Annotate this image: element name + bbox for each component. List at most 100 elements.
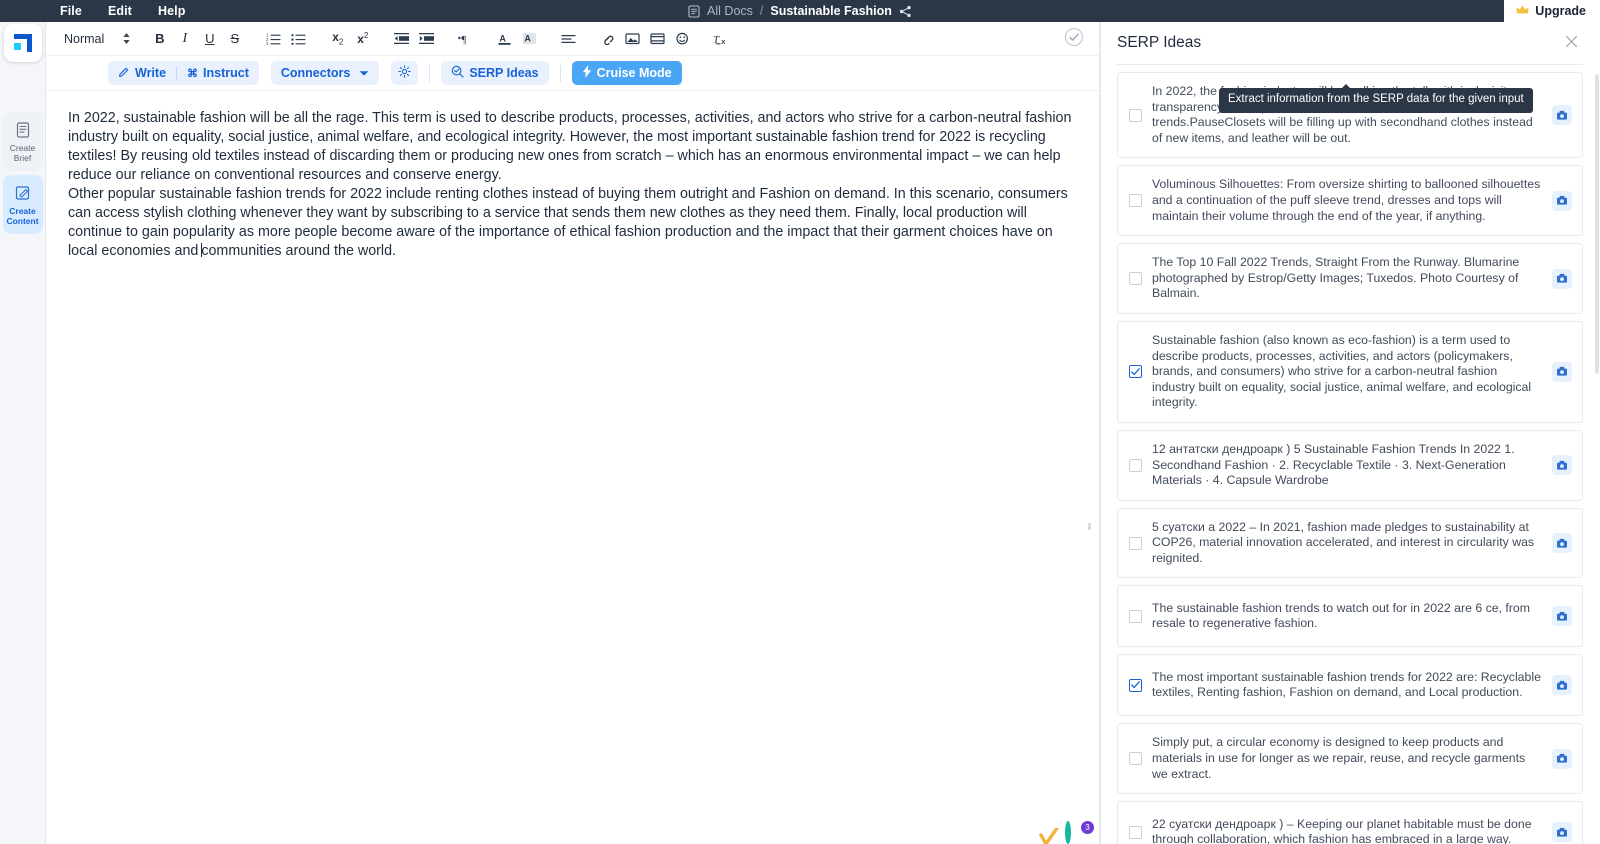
- menu-help[interactable]: Help: [158, 5, 186, 18]
- write-button[interactable]: Write: [108, 61, 176, 85]
- assistant-badge[interactable]: 3: [1065, 821, 1094, 844]
- insert-icon[interactable]: [1552, 748, 1572, 769]
- connectors-dropdown[interactable]: Connectors: [270, 61, 380, 85]
- serp-idea-card[interactable]: Voluminous Silhouettes: From oversize sh…: [1117, 165, 1583, 237]
- sidebar-item-label: Create Brief: [9, 143, 36, 163]
- document-paragraph-1[interactable]: In 2022, sustainable fashion will be all…: [68, 109, 1075, 185]
- underline-button[interactable]: U: [197, 27, 222, 51]
- serp-card-text: Simply put, a circular economy is design…: [1152, 735, 1526, 781]
- insert-icon[interactable]: [1552, 105, 1572, 126]
- serp-card-checkbox[interactable]: [1129, 678, 1142, 692]
- share-icon[interactable]: [899, 5, 912, 18]
- menu-edit[interactable]: Edit: [108, 5, 132, 18]
- serp-card-checkbox[interactable]: [1129, 365, 1142, 379]
- serp-idea-card[interactable]: The Top 10 Fall 2022 Trends, Straight Fr…: [1117, 243, 1583, 314]
- text-direction-button[interactable]: ¶: [453, 27, 478, 51]
- grammar-check-icon[interactable]: [1039, 826, 1059, 844]
- indent-button[interactable]: [414, 27, 439, 51]
- serp-card-text: Voluminous Silhouettes: From oversize sh…: [1152, 177, 1541, 223]
- emoji-button[interactable]: [670, 27, 695, 51]
- document-editor[interactable]: In 2022, sustainable fashion will be all…: [46, 91, 1099, 844]
- upgrade-label: Upgrade: [1535, 3, 1586, 18]
- insert-icon[interactable]: [1552, 606, 1572, 627]
- crown-icon: [1516, 5, 1529, 18]
- settings-button[interactable]: [391, 61, 419, 85]
- serp-idea-card[interactable]: Simply put, a circular economy is design…: [1117, 723, 1583, 795]
- paragraph-style-select[interactable]: Normal: [64, 32, 131, 46]
- resize-handle[interactable]: [1088, 523, 1091, 530]
- image-button[interactable]: [620, 27, 645, 51]
- updown-caret-icon: [122, 32, 131, 45]
- menu-file[interactable]: File: [60, 5, 82, 18]
- instruct-button[interactable]: ⌘ Instruct: [177, 61, 259, 85]
- strikethrough-button[interactable]: S: [222, 27, 247, 51]
- insert-icon[interactable]: [1552, 455, 1572, 476]
- insert-icon[interactable]: [1552, 361, 1572, 382]
- chevron-down-icon: [359, 66, 369, 80]
- svg-text:A: A: [525, 33, 532, 43]
- serp-ideas-button[interactable]: SERP Ideas: [441, 61, 549, 85]
- left-rail: Create Brief Create Content: [0, 22, 46, 844]
- italic-button[interactable]: I: [172, 27, 197, 51]
- close-icon[interactable]: [1565, 35, 1578, 52]
- ordered-list-button[interactable]: 123: [261, 27, 286, 51]
- clear-format-button[interactable]: Tx: [709, 27, 734, 51]
- subscript-glyph: x2: [332, 29, 344, 47]
- insert-icon[interactable]: [1552, 190, 1572, 211]
- cruise-mode-button[interactable]: Cruise Mode: [571, 61, 682, 85]
- document-outline-icon: [14, 121, 32, 139]
- serp-card-checkbox[interactable]: [1129, 536, 1142, 550]
- serp-card-text: 12 антатски дендроарк ) 5 Sustainable Fa…: [1152, 441, 1515, 488]
- bullet-list-button[interactable]: [286, 27, 311, 51]
- pencil-icon: [118, 66, 130, 81]
- write-instruct-group: Write ⌘ Instruct: [108, 61, 259, 85]
- serp-idea-card[interactable]: 5 суатски а 2022 – In 2021, fashion made…: [1117, 507, 1583, 579]
- sidebar-item-create-content[interactable]: Create Content: [2, 175, 43, 234]
- superscript-button[interactable]: x2: [350, 27, 375, 51]
- subscript-button[interactable]: x2: [325, 27, 350, 51]
- document-paragraph-2[interactable]: Other popular sustainable fashion trends…: [68, 185, 1075, 261]
- outdent-button[interactable]: [389, 27, 414, 51]
- upgrade-button[interactable]: Upgrade: [1504, 0, 1600, 22]
- insert-icon[interactable]: [1552, 268, 1572, 289]
- sidebar-item-create-brief[interactable]: Create Brief: [2, 112, 43, 171]
- text-color-button[interactable]: A: [492, 27, 517, 51]
- cruise-mode-label: Cruise Mode: [596, 66, 672, 80]
- breadcrumb-doc-title[interactable]: Sustainable Fashion: [770, 5, 892, 18]
- gear-icon: [398, 65, 412, 81]
- serp-ideas-panel: SERP Ideas Extract information from the …: [1100, 22, 1600, 844]
- insert-icon[interactable]: [1552, 822, 1572, 843]
- serp-idea-card[interactable]: 12 антатски дендроарк ) 5 Sustainable Fa…: [1117, 429, 1583, 501]
- serp-card-checkbox[interactable]: [1129, 609, 1142, 623]
- app-logo[interactable]: [4, 24, 42, 62]
- insert-icon[interactable]: [1552, 675, 1572, 696]
- panel-scrollbar[interactable]: [1595, 74, 1599, 374]
- save-status-icon[interactable]: [1065, 28, 1083, 46]
- link-button[interactable]: [595, 27, 620, 51]
- indent-group: [389, 27, 439, 51]
- serp-idea-card[interactable]: The most important sustainable fashion t…: [1117, 654, 1583, 717]
- align-button[interactable]: [556, 27, 581, 51]
- serp-card-checkbox[interactable]: [1129, 825, 1142, 839]
- superscript-glyph: x2: [357, 31, 369, 46]
- document-icon: [688, 4, 700, 18]
- search-check-icon: [451, 65, 464, 81]
- serp-idea-card[interactable]: Sustainable fashion (also known as eco-f…: [1117, 320, 1583, 423]
- serp-card-checkbox[interactable]: [1129, 272, 1142, 286]
- paragraph-style-value: Normal: [64, 31, 105, 46]
- list-group: 123: [261, 27, 311, 51]
- breadcrumb-all-docs[interactable]: All Docs: [707, 5, 753, 18]
- serp-card-checkbox[interactable]: [1129, 108, 1142, 122]
- highlight-color-button[interactable]: A: [517, 27, 542, 51]
- serp-card-checkbox[interactable]: [1129, 458, 1142, 472]
- serp-idea-card[interactable]: The sustainable fashion trends to watch …: [1117, 585, 1583, 648]
- insert-icon[interactable]: [1552, 533, 1572, 554]
- paragraph-2-tail: communities around the world.: [201, 243, 397, 259]
- serp-idea-card[interactable]: 22 суатски дендроарк ) – Keeping our pla…: [1117, 801, 1583, 844]
- bold-button[interactable]: B: [147, 27, 172, 51]
- serp-card-checkbox[interactable]: [1129, 194, 1142, 208]
- video-button[interactable]: [645, 27, 670, 51]
- serp-card-list[interactable]: In 2022, the fashion industry will be wa…: [1117, 72, 1583, 844]
- serp-card-checkbox[interactable]: [1129, 752, 1142, 766]
- floating-widgets: 3: [1039, 821, 1094, 844]
